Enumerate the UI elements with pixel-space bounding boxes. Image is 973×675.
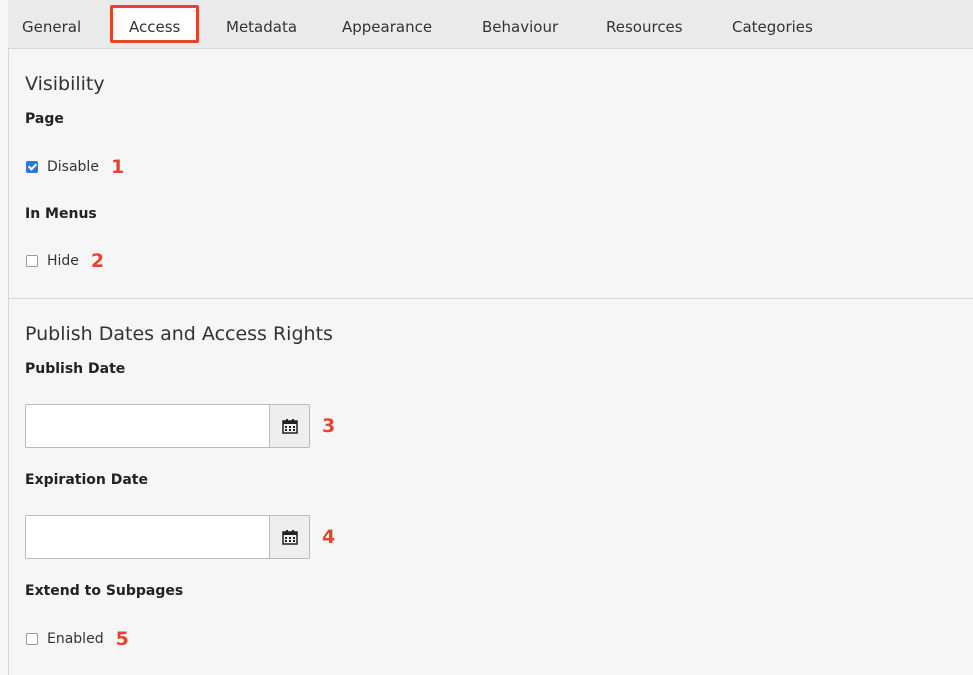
expiration-date-input[interactable]	[25, 515, 270, 559]
page-label: Page	[25, 111, 64, 127]
expiration-date-label: Expiration Date	[25, 472, 148, 488]
enabled-checkbox[interactable]	[26, 633, 38, 645]
extend-to-subpages-label: Extend to Subpages	[25, 583, 184, 599]
calendar-icon	[281, 418, 298, 434]
publish-date-input[interactable]	[25, 404, 270, 448]
hide-row: Hide 2	[26, 250, 105, 272]
tab-content-access: Visibility Page Disable 1 In Menus Hide …	[8, 49, 973, 675]
publish-date-group: 3	[25, 404, 335, 448]
in-menus-label: In Menus	[25, 206, 97, 222]
callout-badge-5: 5	[115, 628, 129, 650]
callout-badge-1: 1	[110, 156, 125, 178]
tab-general[interactable]: General	[22, 8, 81, 44]
callout-badge-2: 2	[90, 250, 105, 272]
hide-label[interactable]: Hide	[47, 253, 79, 269]
disable-row: Disable 1	[26, 156, 125, 178]
publish-date-label: Publish Date	[25, 361, 126, 377]
expiration-date-group: 4	[25, 515, 335, 559]
tab-bar: General Access Metadata Appearance Behav…	[8, 0, 973, 49]
disable-checkbox[interactable]	[26, 161, 38, 173]
tab-behaviour[interactable]: Behaviour	[482, 8, 558, 44]
tab-categories[interactable]: Categories	[732, 8, 813, 44]
tab-appearance[interactable]: Appearance	[342, 8, 432, 44]
callout-badge-3: 3	[322, 415, 336, 437]
expiration-date-picker-button[interactable]	[270, 515, 310, 559]
enabled-row: Enabled 5	[26, 628, 129, 650]
hide-checkbox[interactable]	[26, 255, 38, 267]
enabled-label[interactable]: Enabled	[47, 631, 104, 647]
section-title-visibility: Visibility	[25, 73, 105, 95]
section-divider	[9, 298, 973, 299]
disable-label[interactable]: Disable	[47, 159, 99, 175]
publish-date-picker-button[interactable]	[270, 404, 310, 448]
tab-access[interactable]: Access	[110, 5, 200, 43]
tab-resources[interactable]: Resources	[606, 8, 683, 44]
calendar-icon	[281, 529, 298, 545]
callout-badge-4: 4	[322, 526, 336, 548]
tab-metadata[interactable]: Metadata	[226, 8, 297, 44]
section-title-publish: Publish Dates and Access Rights	[25, 323, 333, 345]
